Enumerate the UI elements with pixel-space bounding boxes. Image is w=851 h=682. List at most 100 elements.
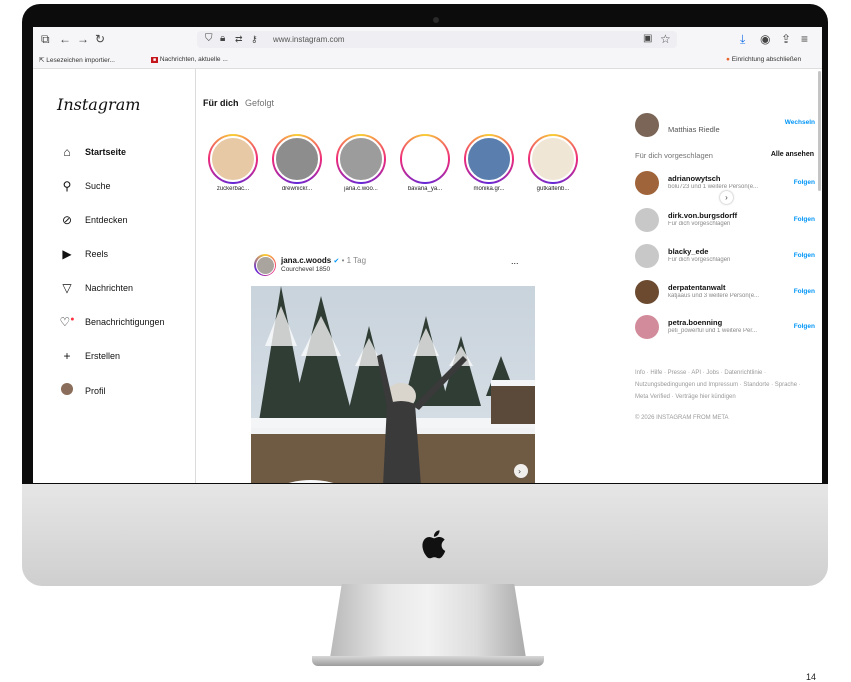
suggestion-avatar[interactable] xyxy=(635,208,659,232)
apple-logo-icon xyxy=(422,530,446,559)
footer-links[interactable]: Info · Hilfe · Presse · API · Jobs · Dat… xyxy=(635,367,815,403)
current-user: Matthias Riedle Wechseln xyxy=(635,113,815,139)
monitor-base xyxy=(312,656,544,666)
suggestion-name[interactable]: derpatentanwalt xyxy=(668,283,726,292)
post-time: • 1 Tag xyxy=(341,256,367,265)
post-image[interactable]: › xyxy=(251,286,535,483)
follow-button[interactable]: Folgen xyxy=(794,252,815,259)
suggest-title: Für dich vorgeschlagen xyxy=(635,151,713,160)
story-item[interactable]: drewnickr... xyxy=(269,134,325,192)
follow-button[interactable]: Folgen xyxy=(794,288,815,295)
page-number: 14 xyxy=(806,672,817,682)
story-label: zuckerbac... xyxy=(216,186,250,192)
nav-label: Entdecken xyxy=(85,215,128,225)
nav-label: Erstellen xyxy=(85,351,121,361)
nav-profil[interactable]: Profil xyxy=(59,383,106,398)
url-text[interactable]: www.instagram.com xyxy=(273,35,345,44)
current-user-name: Matthias Riedle xyxy=(668,125,720,134)
bookmark-setup-label: Einrichtung abschließen xyxy=(731,56,802,63)
svg-text:›: › xyxy=(518,467,521,476)
back-icon[interactable]: ← xyxy=(59,32,71,46)
story-label: monika.gr... xyxy=(473,186,505,192)
story-ring xyxy=(336,134,386,184)
nav-startseite[interactable]: ⌂ Startseite xyxy=(59,145,126,159)
post-more-button[interactable]: ... xyxy=(511,256,519,266)
story-label: bavaria_ya... xyxy=(407,186,443,192)
story-avatar xyxy=(210,136,256,182)
tab-fuer-dich[interactable]: Für dich xyxy=(203,98,239,108)
story-label: jana.c.woo... xyxy=(344,186,378,192)
nav-suche[interactable]: ⚲ Suche xyxy=(59,179,111,193)
story-avatar xyxy=(466,136,512,182)
camera xyxy=(433,17,439,23)
lock-icon[interactable]: 🔒︎ xyxy=(220,32,225,46)
story-ring xyxy=(528,134,578,184)
suggestion-name[interactable]: petra.boenning xyxy=(668,318,722,327)
reload-icon[interactable]: ↻ xyxy=(95,32,105,46)
nav-entdecken[interactable]: ⊘ Entdecken xyxy=(59,213,128,227)
address-bar[interactable] xyxy=(197,31,677,48)
bookmark-import[interactable]: ⇱ Lesezeichen importier... xyxy=(39,56,115,64)
search-icon: ⚲ xyxy=(62,179,72,193)
nav-label: Startseite xyxy=(85,147,127,157)
scrollbar[interactable] xyxy=(818,71,821,191)
see-all-link[interactable]: Alle ansehen xyxy=(771,151,814,158)
profile-avatar xyxy=(59,383,75,398)
nav-label: Suche xyxy=(85,181,111,191)
suggestion-sub: Für dich vorgeschlagen xyxy=(668,221,731,227)
story-label: drewnickr... xyxy=(281,186,313,192)
post-location[interactable]: Courchevel 1850 xyxy=(281,266,330,273)
account-icon[interactable]: ◉ xyxy=(760,32,770,46)
switch-button[interactable]: Wechseln xyxy=(785,119,815,126)
follow-button[interactable]: Folgen xyxy=(794,323,815,330)
story-item[interactable]: zuckerbac... xyxy=(205,134,261,192)
current-user-avatar[interactable] xyxy=(635,113,659,137)
story-item[interactable]: jana.c.woo... xyxy=(333,134,389,192)
suggestion-avatar[interactable] xyxy=(635,171,659,195)
suggestion-avatar[interactable] xyxy=(635,280,659,304)
nav-erstellen[interactable]: + Erstellen xyxy=(59,349,120,363)
story-ring xyxy=(208,134,258,184)
bookmarks-bar: ⇱ Lesezeichen importier... ■ Nachrichten… xyxy=(33,52,822,69)
suggestion-item: derpatentanwalt katjaaus und 3 weitere Pe… xyxy=(635,280,815,306)
key-icon[interactable]: ⚷ xyxy=(251,32,258,46)
nav-reels[interactable]: ▶ Reels xyxy=(59,247,108,261)
extensions-icon[interactable]: ⇪ xyxy=(781,32,791,46)
menu-icon[interactable]: ≡ xyxy=(801,32,808,46)
follow-button[interactable]: Folgen xyxy=(794,216,815,223)
browser-toolbar: ⧉ ← → ↻ ⛉ 🔒︎ ⇄ ⚷ www.instagram.com ▣ ☆ ⤓… xyxy=(33,27,822,52)
story-avatar xyxy=(402,136,448,182)
story-ring xyxy=(464,134,514,184)
forward-icon[interactable]: → xyxy=(77,32,89,46)
suggestion-name[interactable]: adrianowytsch xyxy=(668,174,721,183)
suggestion-avatar[interactable] xyxy=(635,315,659,339)
feed: Für dich Gefolgt zuckerbac... drewnickr..… xyxy=(195,69,733,483)
post-avatar[interactable] xyxy=(254,254,276,276)
suggestion-name[interactable]: blacky_ede xyxy=(668,247,708,256)
instagram-logo[interactable]: Instagram xyxy=(57,95,140,114)
heart-icon: ♡● xyxy=(59,315,75,329)
nav-nachrichten[interactable]: ▽ Nachrichten xyxy=(59,281,133,295)
screen: ⧉ ← → ↻ ⛉ 🔒︎ ⇄ ⚷ www.instagram.com ▣ ☆ ⤓… xyxy=(33,27,822,483)
post-username[interactable]: jana.c.woods xyxy=(281,256,331,265)
suggestion-name[interactable]: dirk.von.burgsdorff xyxy=(668,211,737,220)
bookmark-import-label: Lesezeichen importier... xyxy=(46,57,115,64)
bookmark-star-icon[interactable]: ☆ xyxy=(660,32,671,46)
follow-button[interactable]: Folgen xyxy=(794,179,815,186)
suggestion-sub: peti_powerful und 1 weitere Per... xyxy=(668,328,758,334)
tab-overview-icon[interactable]: ⧉ xyxy=(41,32,50,46)
reader-view-icon[interactable]: ▣ xyxy=(643,32,652,46)
story-item[interactable]: bavaria_ya... xyxy=(397,134,453,192)
download-icon[interactable]: ⤓ xyxy=(740,32,745,46)
bookmark-setup[interactable]: ● Einrichtung abschließen xyxy=(726,56,801,63)
story-item[interactable]: monika.gr... xyxy=(461,134,517,192)
firefox-icon: ● xyxy=(726,56,730,63)
suggestion-avatar[interactable] xyxy=(635,244,659,268)
story-item[interactable]: gutkaltenb... xyxy=(525,134,581,192)
suggestion-item: dirk.von.burgsdorff Für dich vorgeschlage… xyxy=(635,208,815,234)
permissions-icon[interactable]: ⇄ xyxy=(235,32,243,46)
nav-benachrichtigungen[interactable]: ♡● Benachrichtigungen xyxy=(59,315,165,329)
tab-gefolgt[interactable]: Gefolgt xyxy=(245,98,274,108)
shield-icon[interactable]: ⛉ xyxy=(205,32,213,46)
bookmark-news[interactable]: ■ Nachrichten, aktuelle ... xyxy=(151,56,228,63)
